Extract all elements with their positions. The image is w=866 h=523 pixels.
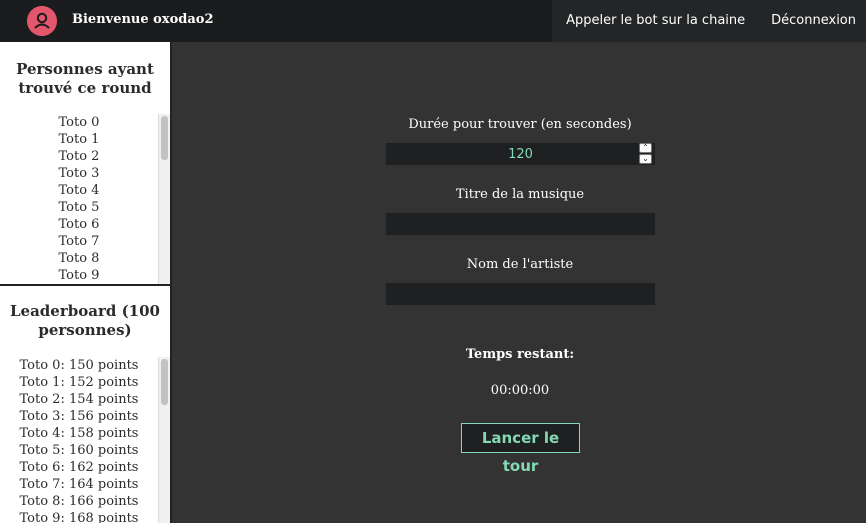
list-item: Toto 9 xyxy=(58,268,100,283)
duration-label: Durée pour trouver (en secondes) xyxy=(408,117,632,132)
artist-label: Nom de l'artiste xyxy=(466,257,574,272)
leaderboard-list: Toto 0: 150 points Toto 1: 152 points Toto… xyxy=(0,357,158,523)
list-item: Toto 7: 164 points xyxy=(19,477,139,492)
remaining-time-label: Temps restant: xyxy=(465,347,575,362)
found-panel: Personnes ayant trouvé ce round Toto 0 To… xyxy=(0,42,170,285)
found-panel-title: Personnes ayant trouvé ce round xyxy=(16,60,154,97)
leaderboard-scrollbox[interactable]: Toto 0: 150 points Toto 1: 152 points Toto… xyxy=(0,357,170,523)
found-list: Toto 0 Toto 1 Toto 2 Toto 3 Toto 4 Toto 5 Toto… xyxy=(0,114,158,284)
scrollbar-thumb[interactable] xyxy=(161,359,168,405)
artist-input[interactable] xyxy=(386,283,655,305)
music-title-input[interactable] xyxy=(386,213,655,235)
list-item: Toto 3 xyxy=(58,166,100,181)
list-item: Toto 4: 158 points xyxy=(19,426,139,441)
list-item: Toto 6: 162 points xyxy=(19,460,139,475)
list-item: Toto 1: 152 points xyxy=(19,375,139,390)
top-bar: Bienvenue oxodao2 Appeler le bot sur la … xyxy=(0,0,866,42)
top-nav: Appeler le bot sur la chaine Déconnexion xyxy=(552,0,866,42)
list-item: Toto 9: 168 points xyxy=(19,511,139,523)
found-list-scrollbar[interactable] xyxy=(158,114,170,285)
duration-stepper[interactable]: ⌃ ⌄ xyxy=(639,143,652,165)
list-item: Toto 0: 150 points xyxy=(19,358,139,373)
stepper-up-icon[interactable]: ⌃ xyxy=(639,143,652,153)
list-item: Toto 8: 166 points xyxy=(19,494,139,509)
remaining-time-value: 00:00:00 xyxy=(490,383,550,398)
list-item: Toto 2 xyxy=(58,149,100,164)
start-round-button[interactable]: Lancer le tour xyxy=(461,423,580,475)
music-title-label: Titre de la musique xyxy=(455,187,585,202)
list-item: Toto 6 xyxy=(58,217,100,232)
list-item: Toto 5: 160 points xyxy=(19,443,139,458)
duration-input[interactable] xyxy=(386,143,655,165)
leaderboard-panel: Leaderboard (100 personnes) Toto 0: 150 … xyxy=(0,287,170,523)
list-item: Toto 4 xyxy=(58,183,100,198)
leaderboard-title: Leaderboard (100 personnes) xyxy=(10,302,160,339)
sidebar: Personnes ayant trouvé ce round Toto 0 To… xyxy=(0,42,172,523)
call-bot-link[interactable]: Appeler le bot sur la chaine xyxy=(552,0,759,42)
found-list-scrollbox[interactable]: Toto 0 Toto 1 Toto 2 Toto 3 Toto 4 Toto 5 Toto… xyxy=(0,114,170,285)
user-avatar-icon xyxy=(27,6,57,36)
list-item: Toto 1 xyxy=(58,132,100,147)
scrollbar-thumb[interactable] xyxy=(161,116,168,160)
list-item: Toto 0 xyxy=(58,115,100,130)
list-item: Toto 7 xyxy=(58,234,100,249)
welcome-text: Bienvenue oxodao2 xyxy=(72,12,214,27)
stepper-down-icon[interactable]: ⌄ xyxy=(639,154,652,164)
list-item: Toto 3: 156 points xyxy=(19,409,139,424)
main-panel: Durée pour trouver (en secondes) ⌃ ⌄ Tit… xyxy=(174,42,866,523)
list-item: Toto 5 xyxy=(58,200,100,215)
panel-divider xyxy=(0,284,170,286)
list-item: Toto 8 xyxy=(58,251,100,266)
list-item: Toto 2: 154 points xyxy=(19,392,139,407)
logout-link[interactable]: Déconnexion xyxy=(758,0,866,42)
leaderboard-scrollbar[interactable] xyxy=(158,357,170,523)
